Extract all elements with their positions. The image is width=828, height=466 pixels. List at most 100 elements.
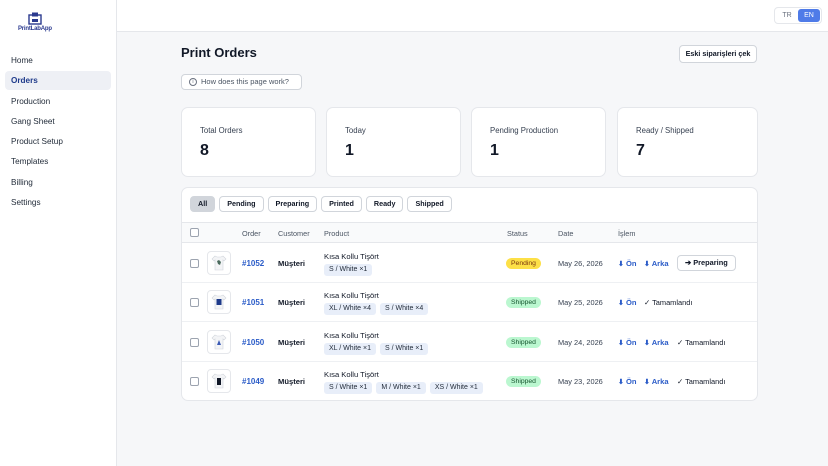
status-badge: Pending xyxy=(506,258,541,269)
product-name: Kısa Kollu Tişört xyxy=(324,370,379,379)
stat-label: Total Orders xyxy=(200,126,243,135)
tshirt-icon xyxy=(211,255,227,271)
completed-label: ✓ Tamamlandı xyxy=(677,338,726,347)
download-back-button[interactable]: ⬇ Arka xyxy=(644,338,669,347)
logo-mark-icon xyxy=(28,12,42,25)
row-checkbox[interactable] xyxy=(190,259,199,268)
select-all-checkbox[interactable] xyxy=(190,228,199,237)
sidebar-item-settings[interactable]: Settings xyxy=(5,193,111,212)
table-row[interactable]: #1049 Müşteri Kısa Kollu Tişört S / Whit… xyxy=(182,362,757,400)
stat-card-ready-shipped: Ready / Shipped 7 xyxy=(617,107,758,177)
fetch-old-orders-button[interactable]: Eski siparişleri çek xyxy=(679,45,757,63)
language-en-button[interactable]: EN xyxy=(798,9,820,22)
stat-label: Pending Production xyxy=(490,126,559,135)
product-name: Kısa Kollu Tişört xyxy=(324,252,379,261)
stat-label: Ready / Shipped xyxy=(636,126,694,135)
column-date[interactable]: Date xyxy=(558,229,573,238)
table-row[interactable]: #1050 Müşteri Kısa Kollu Tişört XL / Whi… xyxy=(182,322,757,362)
row-checkbox[interactable] xyxy=(190,377,199,386)
download-back-button[interactable]: ⬇ Arka xyxy=(644,259,669,268)
language-switcher: TR EN xyxy=(774,7,822,24)
variant-tag: S / White ×1 xyxy=(379,343,429,355)
product-thumbnail[interactable] xyxy=(207,251,231,275)
variant-tags: S / White ×1 M / White ×1 XS / White ×1 xyxy=(324,382,483,394)
sidebar-item-production[interactable]: Production xyxy=(5,92,111,111)
table-header: Order Customer Product Status Date İşlem xyxy=(182,222,757,243)
filter-shipped[interactable]: Shipped xyxy=(407,196,452,212)
order-link[interactable]: #1052 xyxy=(242,259,264,268)
sidebar-item-billing[interactable]: Billing xyxy=(5,173,111,192)
variant-tags: S / White ×1 xyxy=(324,264,373,276)
completed-label: ✓ Tamamlandı xyxy=(677,377,726,386)
download-front-button[interactable]: ⬇ Ön xyxy=(618,298,637,307)
product-thumbnail[interactable] xyxy=(207,369,231,393)
tshirt-icon xyxy=(211,294,227,310)
stat-value: 1 xyxy=(345,142,354,159)
order-link[interactable]: #1051 xyxy=(242,298,264,307)
sidebar-item-home[interactable]: Home xyxy=(5,51,111,70)
back-label: Arka xyxy=(651,338,669,347)
advance-to-preparing-button[interactable]: ➔ Preparing xyxy=(677,255,736,271)
download-icon: ⬇ xyxy=(644,340,650,347)
filter-all[interactable]: All xyxy=(190,196,216,212)
language-tr-button[interactable]: TR xyxy=(776,9,798,22)
status-filters: All Pending Preparing Printed Ready Ship… xyxy=(190,196,452,212)
column-status[interactable]: Status xyxy=(507,229,528,238)
order-date: May 26, 2026 xyxy=(558,259,603,268)
customer-name: Müşteri xyxy=(278,338,306,347)
order-link[interactable]: #1050 xyxy=(242,338,264,347)
download-icon: ⬇ xyxy=(618,261,624,268)
download-front-button[interactable]: ⬇ Ön xyxy=(618,338,637,347)
order-date: May 25, 2026 xyxy=(558,298,603,307)
download-front-button[interactable]: ⬇ Ön xyxy=(618,259,637,268)
variant-tag: S / White ×1 xyxy=(324,264,373,276)
variant-tags: XL / White ×4 S / White ×4 xyxy=(324,303,429,315)
top-bar: TR EN xyxy=(117,0,828,32)
sidebar-item-gang-sheet[interactable]: Gang Sheet xyxy=(5,112,111,131)
stat-card-today: Today 1 xyxy=(326,107,461,177)
status-badge: Shipped xyxy=(506,337,541,348)
product-thumbnail[interactable] xyxy=(207,330,231,354)
customer-name: Müşteri xyxy=(278,377,306,386)
variant-tag: S / White ×1 xyxy=(324,382,373,394)
brand-name: PrintLabApp xyxy=(18,26,52,32)
sidebar-item-templates[interactable]: Templates xyxy=(5,152,111,171)
order-date: May 23, 2026 xyxy=(558,377,603,386)
sidebar-item-product-setup[interactable]: Product Setup xyxy=(5,132,111,151)
filter-printed[interactable]: Printed xyxy=(321,196,362,212)
table-row[interactable]: #1051 Müşteri Kısa Kollu Tişört XL / Whi… xyxy=(182,283,757,322)
row-checkbox[interactable] xyxy=(190,298,199,307)
variant-tag: XL / White ×4 xyxy=(324,303,376,315)
page-title: Print Orders xyxy=(181,45,257,60)
front-label: Ön xyxy=(626,259,637,268)
order-date: May 24, 2026 xyxy=(558,338,603,347)
filter-ready[interactable]: Ready xyxy=(365,196,404,212)
front-label: Ön xyxy=(626,298,637,307)
variant-tag: S / White ×4 xyxy=(379,303,429,315)
row-checkbox[interactable] xyxy=(190,338,199,347)
download-front-button[interactable]: ⬇ Ön xyxy=(618,377,637,386)
filter-preparing[interactable]: Preparing xyxy=(267,196,318,212)
download-icon: ⬇ xyxy=(644,379,650,386)
sidebar-nav: Home Orders Production Gang Sheet Produc… xyxy=(5,51,111,213)
download-icon: ⬇ xyxy=(618,379,624,386)
info-icon: i xyxy=(189,78,197,86)
column-product[interactable]: Product xyxy=(324,229,349,238)
column-customer[interactable]: Customer xyxy=(278,229,310,238)
product-name: Kısa Kollu Tişört xyxy=(324,331,379,340)
brand-logo[interactable]: PrintLabApp xyxy=(18,12,54,36)
table-row[interactable]: #1052 Müşteri Kısa Kollu Tişört S / Whit… xyxy=(182,244,757,283)
variant-tags: XL / White ×1 S / White ×1 xyxy=(324,343,429,355)
stat-value: 7 xyxy=(636,142,645,159)
product-thumbnail[interactable] xyxy=(207,290,231,314)
customer-name: Müşteri xyxy=(278,259,306,268)
stat-card-total-orders: Total Orders 8 xyxy=(181,107,316,177)
column-order[interactable]: Order xyxy=(242,229,261,238)
download-back-button[interactable]: ⬇ Arka xyxy=(644,377,669,386)
order-link[interactable]: #1049 xyxy=(242,377,264,386)
help-button[interactable]: i How does this page work? xyxy=(181,74,302,90)
variant-tag: XL / White ×1 xyxy=(324,343,376,355)
filter-pending[interactable]: Pending xyxy=(219,196,264,212)
sidebar-item-orders[interactable]: Orders xyxy=(5,71,111,91)
stat-value: 1 xyxy=(490,142,499,159)
